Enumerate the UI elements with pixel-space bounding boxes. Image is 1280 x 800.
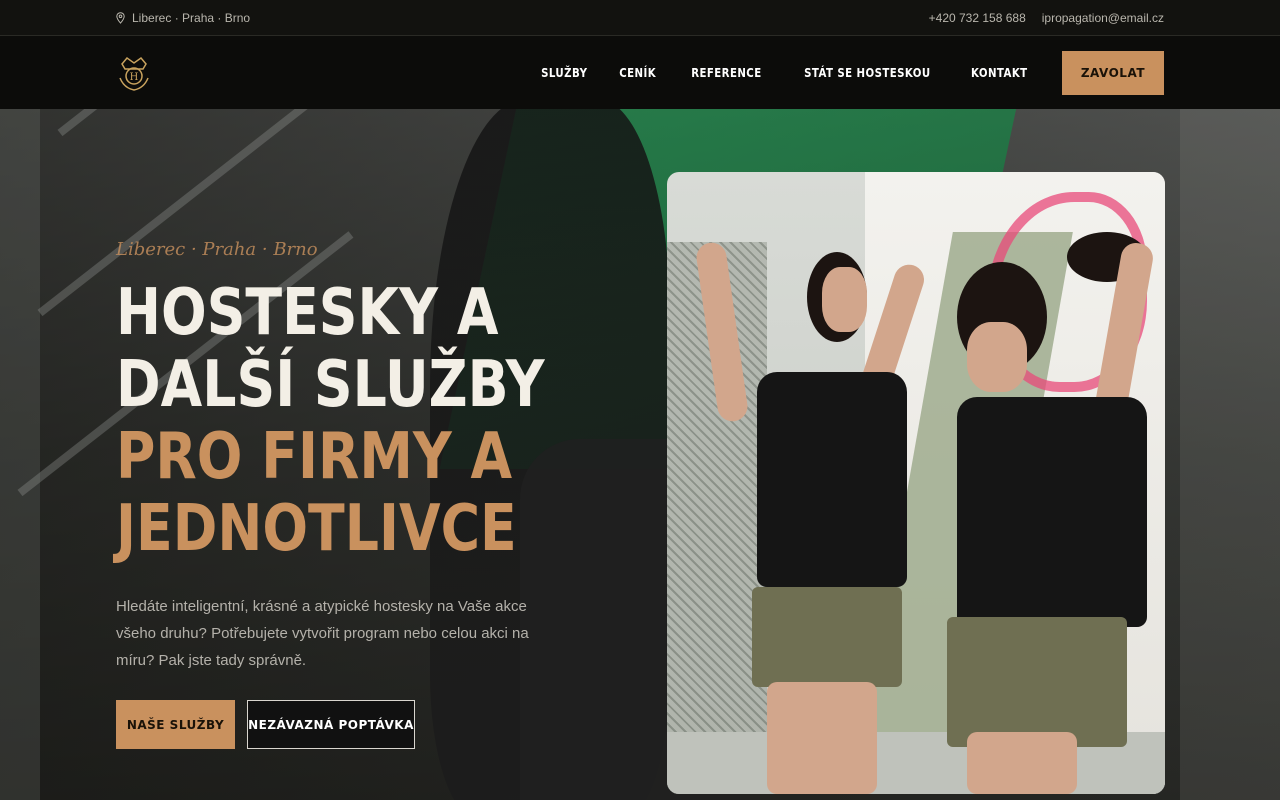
photo-person-face	[822, 267, 867, 332]
main-header: H SLUŽBY CENÍK REFERENCE STÁT SE HOSTESK…	[0, 36, 1280, 109]
our-services-button[interactable]: NAŠE SLUŽBY	[116, 700, 235, 749]
map-pin-icon	[116, 11, 125, 24]
email-link[interactable]: ipropagation@email.cz	[1042, 11, 1164, 25]
hero-headline: HOSTESKY A DALŠÍ SLUŽBY PRO FIRMY A JEDN…	[116, 277, 636, 565]
hero-photo	[667, 172, 1165, 794]
top-bar: Liberec · Praha · Brno +420 732 158 688 …	[0, 0, 1280, 36]
photo-person-legs	[967, 732, 1077, 794]
headline-line-accent: PRO FIRMY A	[116, 420, 513, 494]
photo-person-legs	[767, 682, 877, 794]
photo-person-shirt	[957, 397, 1147, 627]
nav-item-kontakt[interactable]: KONTAKT	[971, 66, 1028, 80]
hero-lead-text: Hledáte inteligentní, krásné a atypické …	[116, 598, 529, 669]
photo-person-shorts	[752, 587, 902, 687]
inquiry-button[interactable]: NEZÁVAZNÁ POPTÁVKA	[247, 700, 415, 749]
photo-person-face	[967, 322, 1027, 392]
contacts: +420 732 158 688 ipropagation@email.cz	[929, 11, 1164, 25]
headline-line-accent: JEDNOTLIVCE	[116, 492, 517, 566]
call-button[interactable]: ZAVOLAT	[1061, 50, 1164, 95]
nav-item-reference[interactable]: REFERENCE	[691, 66, 761, 80]
headline-line: HOSTESKY A	[116, 276, 499, 350]
crown-crest-logo[interactable]: H	[116, 54, 152, 92]
svg-text:H: H	[130, 72, 139, 83]
nav-item-cenik[interactable]: CENÍK	[620, 66, 657, 80]
headline-line: DALŠÍ SLUŽBY	[116, 348, 545, 422]
main-nav: SLUŽBY CENÍK REFERENCE STÁT SE HOSTESKOU…	[512, 50, 1164, 95]
background-stair-right	[1180, 109, 1280, 800]
location-info: Liberec · Praha · Brno	[116, 11, 250, 25]
background-stair-rail	[0, 109, 40, 800]
nav-item-stat-se-hosteskou[interactable]: STÁT SE HOSTESKOU	[804, 66, 930, 80]
location-text: Liberec · Praha · Brno	[132, 10, 251, 25]
photo-person-shirt	[757, 372, 907, 587]
photo-person-shorts	[947, 617, 1127, 747]
hero-section: Liberec · Praha · Brno HOSTESKY A DALŠÍ …	[0, 109, 1280, 800]
phone-link[interactable]: +420 732 158 688	[929, 11, 1026, 25]
nav-item-sluzby[interactable]: SLUŽBY	[541, 66, 587, 80]
hero-kicker: Liberec · Praha · Brno	[116, 239, 318, 260]
